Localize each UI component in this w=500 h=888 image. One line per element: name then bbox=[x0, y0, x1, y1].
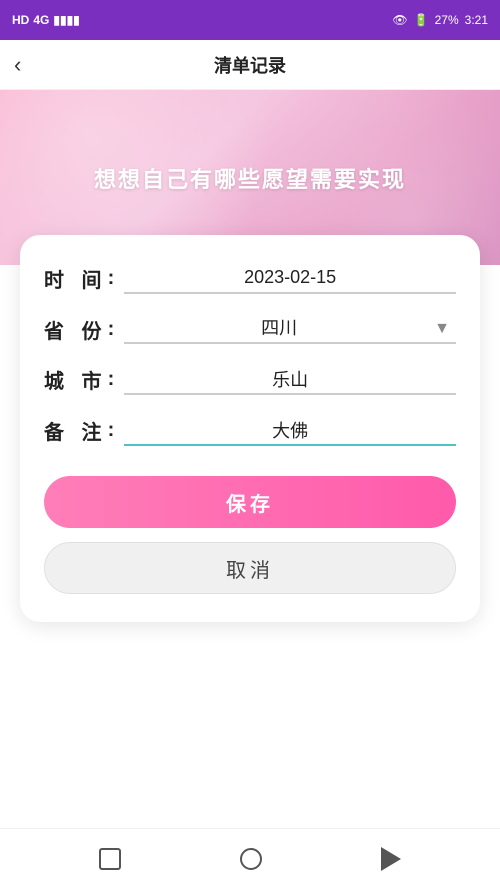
page-title: 清单记录 bbox=[214, 52, 286, 78]
form-card: 时 间 : 省 份 : 四川 北京 上海 广东 浙江 ▼ 城 市 : 备 注 :… bbox=[20, 235, 480, 622]
time-colon: : bbox=[108, 267, 115, 290]
back-button[interactable]: ‹ bbox=[14, 54, 21, 76]
city-input[interactable] bbox=[124, 364, 456, 395]
province-colon: : bbox=[108, 318, 115, 341]
city-colon: : bbox=[108, 368, 115, 391]
time-row: 时 间 : bbox=[44, 263, 456, 294]
province-label: 省 份 bbox=[44, 315, 108, 344]
city-label: 城 市 bbox=[44, 365, 108, 394]
status-left: HD 4G ▮▮▮▮ bbox=[12, 13, 80, 27]
signal-icon: 4G bbox=[33, 13, 49, 27]
eye-icon: 👁 bbox=[392, 13, 407, 27]
home-square-icon[interactable] bbox=[99, 848, 121, 870]
cancel-button[interactable]: 取消 bbox=[44, 542, 456, 594]
status-right: 👁 🔋 27% 3:21 bbox=[392, 13, 488, 27]
province-select[interactable]: 四川 北京 上海 广东 浙江 bbox=[124, 314, 456, 344]
province-select-wrapper: 四川 北京 上海 广东 浙江 ▼ bbox=[124, 314, 456, 344]
status-bar: HD 4G ▮▮▮▮ 👁 🔋 27% 3:21 bbox=[0, 0, 500, 40]
signal-bars: ▮▮▮▮ bbox=[53, 13, 79, 27]
banner-text: 想想自己有哪些愿望需要实现 bbox=[94, 162, 406, 194]
time-label: 时 间 bbox=[44, 264, 108, 293]
note-input[interactable] bbox=[124, 415, 456, 446]
city-row: 城 市 : bbox=[44, 364, 456, 395]
note-colon: : bbox=[108, 419, 115, 442]
note-label: 备 注 bbox=[44, 416, 108, 445]
bottom-nav bbox=[0, 828, 500, 888]
save-button[interactable]: 保存 bbox=[44, 476, 456, 528]
back-triangle-icon[interactable] bbox=[381, 847, 401, 871]
note-row: 备 注 : bbox=[44, 415, 456, 446]
battery-level: 27% bbox=[435, 13, 459, 27]
hd-badge: HD bbox=[12, 13, 29, 27]
back-circle-icon[interactable] bbox=[240, 848, 262, 870]
battery-icon: 🔋 bbox=[414, 13, 429, 27]
top-nav: ‹ 清单记录 bbox=[0, 40, 500, 90]
clock: 3:21 bbox=[465, 13, 488, 27]
province-row: 省 份 : 四川 北京 上海 广东 浙江 ▼ bbox=[44, 314, 456, 344]
time-input[interactable] bbox=[124, 263, 456, 294]
